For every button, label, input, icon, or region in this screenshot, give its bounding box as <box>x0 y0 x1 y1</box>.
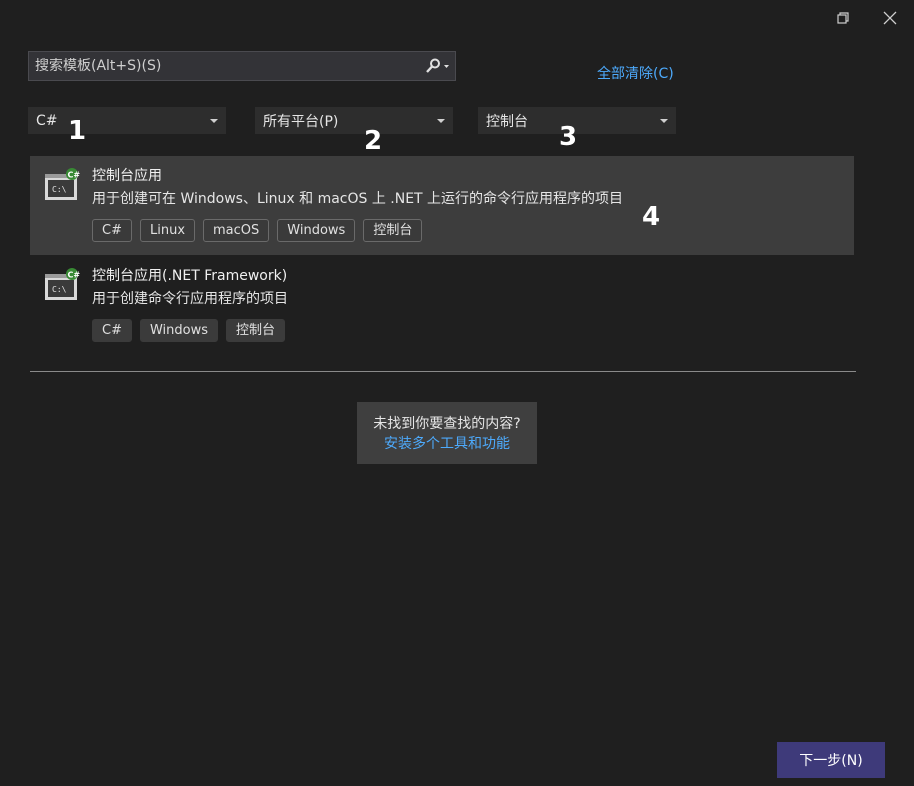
step-marker-2: 2 <box>364 126 383 156</box>
language-filter-dropdown[interactable]: C# <box>28 107 226 134</box>
tag-csharp: C# <box>92 219 132 242</box>
chevron-down-icon <box>660 118 668 123</box>
csharp-console-icon: C:\ C# <box>44 168 80 202</box>
tag-windows: Windows <box>139 319 219 342</box>
tag-console: 控制台 <box>363 219 423 242</box>
step-marker-4: 4 <box>642 202 661 232</box>
close-icon[interactable] <box>880 8 900 28</box>
csharp-console-icon: C:\ C# <box>44 268 80 302</box>
template-description: 用于创建可在 Windows、Linux 和 macOS 上 .NET 上运行的… <box>92 191 624 207</box>
not-found-text: 未找到你要查找的内容? <box>373 416 521 432</box>
platform-filter-value: 所有平台(P) <box>263 113 339 130</box>
svg-text:C:\: C:\ <box>52 285 67 294</box>
search-options-button[interactable] <box>419 52 455 80</box>
template-tags: C# Windows 控制台 <box>92 319 854 342</box>
template-title: 控制台应用 <box>92 168 162 184</box>
template-tags: C# Linux macOS Windows 控制台 <box>92 219 854 242</box>
template-console-app[interactable]: C:\ C# 控制台应用 用于创建可在 Windows、Linux 和 macO… <box>30 156 854 255</box>
install-tools-link[interactable]: 安装多个工具和功能 <box>357 434 537 454</box>
divider <box>30 371 856 372</box>
template-description: 用于创建命令行应用程序的项目 <box>92 291 288 307</box>
template-console-app-netframework[interactable]: C:\ C# 控制台应用(.NET Framework) 用于创建命令行应用程序… <box>30 256 854 354</box>
tag-linux: Linux <box>139 219 196 242</box>
platform-filter-dropdown[interactable]: 所有平台(P) <box>255 107 453 134</box>
language-filter-value: C# <box>36 112 58 129</box>
next-button[interactable]: 下一步(N) <box>777 742 885 778</box>
template-title: 控制台应用(.NET Framework) <box>92 268 288 284</box>
svg-text:C#: C# <box>68 171 81 180</box>
search-icon <box>426 58 449 73</box>
chevron-down-icon <box>210 118 218 123</box>
svg-text:C#: C# <box>68 271 81 280</box>
clear-all-link[interactable]: 全部清除(C) <box>597 63 674 83</box>
restore-icon[interactable] <box>833 8 853 28</box>
step-marker-1: 1 <box>68 116 87 146</box>
search-input[interactable] <box>29 58 419 74</box>
chevron-down-icon <box>437 118 445 123</box>
tag-macos: macOS <box>203 219 270 242</box>
not-found-panel: 未找到你要查找的内容? 安装多个工具和功能 <box>357 402 537 464</box>
search-box <box>28 51 456 81</box>
step-marker-3: 3 <box>559 122 578 152</box>
svg-text:C:\: C:\ <box>52 185 67 194</box>
tag-windows: Windows <box>277 219 356 242</box>
tag-console: 控制台 <box>226 319 286 342</box>
tag-csharp: C# <box>92 319 132 342</box>
